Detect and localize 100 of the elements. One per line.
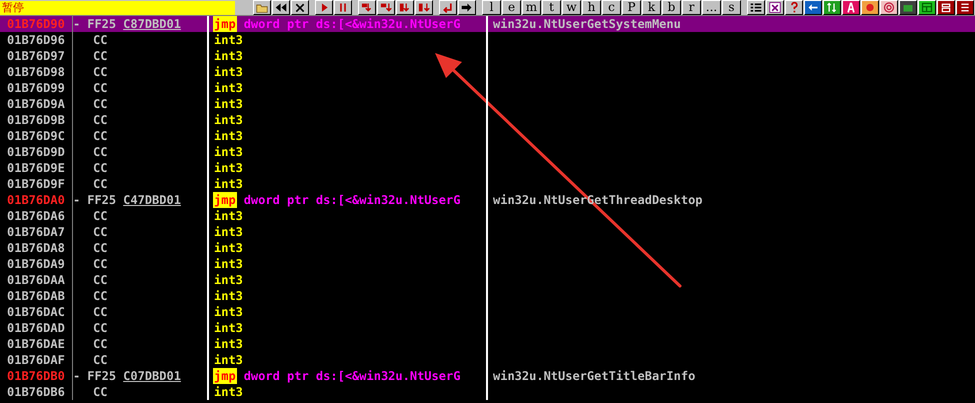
mnemonic-text: jmp	[213, 16, 237, 32]
address-text: 01B76D97	[7, 48, 65, 64]
address-text: 01B76D98	[7, 64, 65, 80]
grid-button[interactable]	[766, 0, 784, 15]
mnemonic-text: int3	[214, 112, 243, 128]
address-text: 01B76D9E	[7, 160, 65, 176]
letter-button[interactable]: w	[562, 0, 581, 15]
letter-button[interactable]: l	[482, 0, 501, 15]
opcode-bytes: CC	[93, 96, 108, 112]
code-row[interactable]: 01B76DA6 CC int3	[0, 208, 975, 224]
status-label: 暂停	[0, 0, 235, 14]
address-text: 01B76DAD	[7, 320, 65, 336]
letter-button[interactable]: r	[682, 0, 701, 15]
opcode-bytes: CC	[93, 128, 108, 144]
code-row[interactable]: 01B76DAA CC int3	[0, 272, 975, 288]
code-button[interactable]	[956, 0, 974, 15]
comment-text: win32u.NtUserGetSystemMenu	[493, 16, 681, 32]
opcode-bytes: FF25	[87, 16, 116, 32]
code-row[interactable]: 01B76DAB CC int3	[0, 288, 975, 304]
memory-button[interactable]	[899, 0, 918, 15]
code-row[interactable]: 01B76DAD CC int3	[0, 320, 975, 336]
code-row[interactable]: 01B76D96 CC int3	[0, 32, 975, 48]
code-row[interactable]: 01B76DB0 - FF25 C07DBD01 jmp dword ptr ds:[<&win32u.NtUserG win32u.NtUserGetTitleBarInfo	[0, 368, 975, 384]
play-button[interactable]	[314, 0, 333, 15]
help-button[interactable]	[785, 0, 804, 15]
jump-marker: -	[73, 368, 80, 384]
step-over-button[interactable]	[376, 0, 395, 15]
opcode-bytes: CC	[93, 48, 108, 64]
letter-button[interactable]: c	[602, 0, 621, 15]
mnemonic-text: int3	[214, 208, 243, 224]
code-row[interactable]: 01B76D9A CC int3	[0, 96, 975, 112]
mnemonic-text: int3	[214, 336, 243, 352]
goto-button[interactable]	[458, 0, 476, 15]
jump-marker: -	[73, 192, 80, 208]
letter-button[interactable]: t	[542, 0, 561, 15]
operand-bytes: C07DBD01	[123, 368, 181, 384]
operand-bytes: C47DBD01	[123, 192, 181, 208]
mnemonic-text: int3	[214, 224, 243, 240]
rewind-button[interactable]	[272, 0, 290, 15]
address-text: 01B76DA9	[7, 256, 65, 272]
code-row[interactable]: 01B76DA8 CC int3	[0, 240, 975, 256]
opcode-bytes: FF25	[87, 192, 116, 208]
code-row[interactable]: 01B76D90 - FF25 C87DBD01 jmp dword ptr ds:[<&win32u.NtUserG win32u.NtUserGetSystemMenu	[0, 16, 975, 32]
address-text: 01B76DAE	[7, 336, 65, 352]
opcode-bytes: CC	[93, 208, 108, 224]
window-button[interactable]	[918, 0, 936, 15]
opcode-bytes: CC	[93, 224, 108, 240]
close-button[interactable]	[290, 0, 309, 15]
record-button[interactable]	[861, 0, 880, 15]
stack-button[interactable]	[937, 0, 956, 15]
address-text: 01B76D99	[7, 80, 65, 96]
mnemonic-text: int3	[214, 288, 243, 304]
list-icon	[748, 1, 764, 14]
code-row[interactable]: 01B76D9B CC int3	[0, 112, 975, 128]
mnemonic-text: int3	[214, 64, 243, 80]
code-row[interactable]: 01B76DA7 CC int3	[0, 224, 975, 240]
opcode-bytes: CC	[93, 352, 108, 368]
pause-button[interactable]	[334, 0, 352, 15]
letter-button[interactable]: k	[642, 0, 661, 15]
target-button[interactable]	[880, 0, 898, 15]
address-text: 01B76DA0	[7, 192, 65, 208]
trace-into-button[interactable]	[396, 0, 414, 15]
address-text: 01B76DA8	[7, 240, 65, 256]
opcode-bytes: CC	[93, 144, 108, 160]
opcode-bytes: CC	[93, 272, 108, 288]
code-row[interactable]: 01B76DB6 CC int3	[0, 384, 975, 400]
back-arrow-button[interactable]	[804, 0, 822, 15]
letter-button[interactable]	[842, 0, 860, 15]
letter-button[interactable]: b	[662, 0, 681, 15]
code-row[interactable]: 01B76D99 CC int3	[0, 80, 975, 96]
code-row[interactable]: 01B76DAE CC int3	[0, 336, 975, 352]
swap-button[interactable]	[823, 0, 842, 15]
opcode-bytes: CC	[93, 320, 108, 336]
code-row[interactable]: 01B76DAC CC int3	[0, 304, 975, 320]
code-row[interactable]: 01B76D9E CC int3	[0, 160, 975, 176]
mnemonic-text: int3	[214, 176, 243, 192]
letter-button[interactable]: P	[622, 0, 641, 15]
code-row[interactable]: 01B76D9C CC int3	[0, 128, 975, 144]
operand-bytes: C87DBD01	[123, 16, 181, 32]
code-row[interactable]: 01B76D9D CC int3	[0, 144, 975, 160]
opcode-bytes: FF25	[87, 368, 116, 384]
opcode-bytes: CC	[93, 32, 108, 48]
trace-over-button[interactable]	[414, 0, 433, 15]
address-text: 01B76DB0	[7, 368, 65, 384]
operand-text: dword ptr ds:[<&win32u.NtUserG	[244, 16, 460, 32]
letter-button[interactable]: h	[582, 0, 601, 15]
list-button[interactable]	[747, 0, 766, 15]
letter-button[interactable]: s	[722, 0, 741, 15]
opcode-bytes: CC	[93, 176, 108, 192]
step-into-button[interactable]	[358, 0, 376, 15]
mnemonic-text: int3	[214, 320, 243, 336]
opcode-bytes: CC	[93, 336, 108, 352]
letter-button[interactable]: ...	[702, 0, 721, 15]
address-text: 01B76DB6	[7, 384, 65, 400]
letter-button[interactable]: m	[522, 0, 541, 15]
return-button[interactable]	[438, 0, 457, 15]
folder-button[interactable]	[252, 0, 271, 15]
jump-marker: -	[73, 16, 80, 32]
code-row[interactable]: 01B76DA9 CC int3	[0, 256, 975, 272]
letter-button[interactable]: e	[502, 0, 521, 15]
